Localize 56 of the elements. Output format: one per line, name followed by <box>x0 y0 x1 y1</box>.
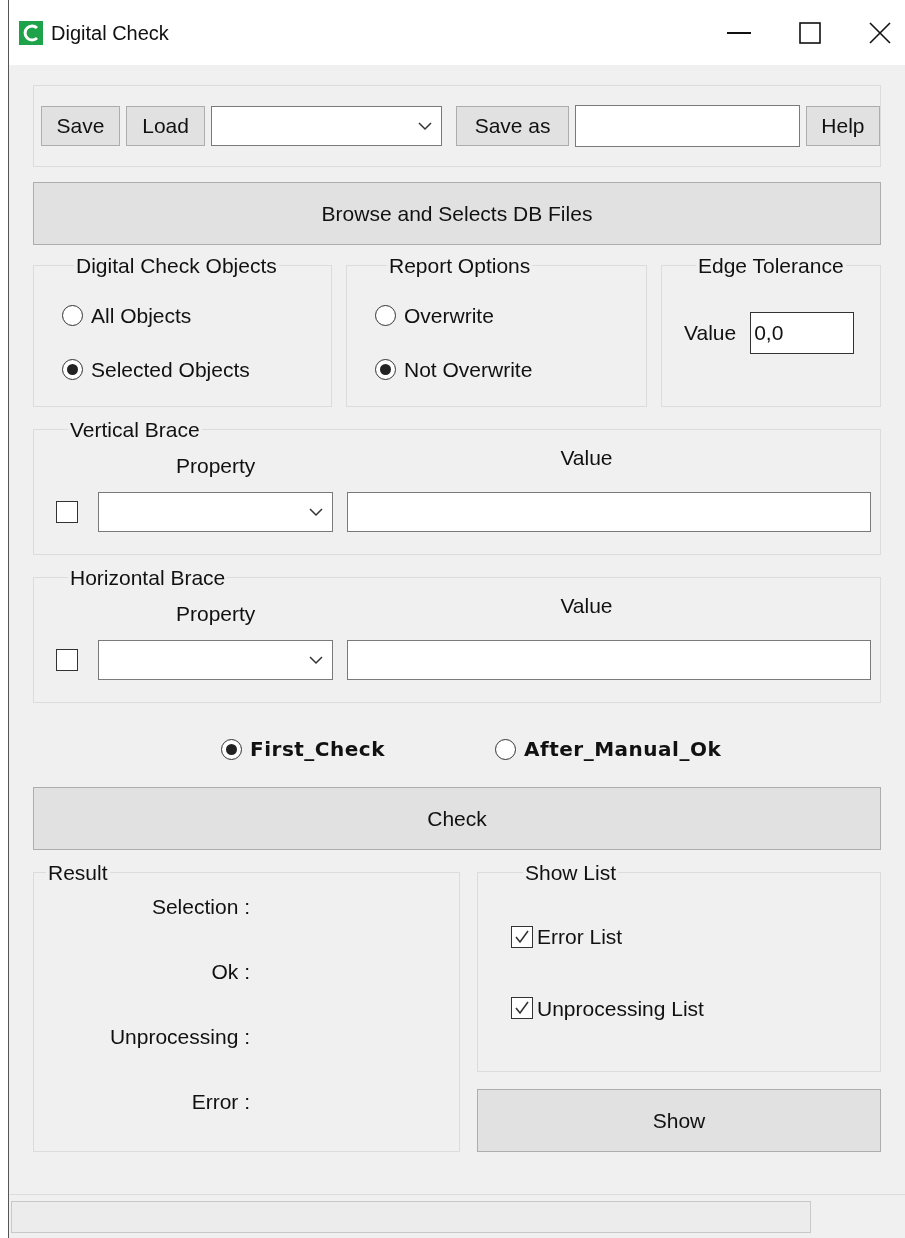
show-button[interactable]: Show <box>477 1089 881 1152</box>
radio-option[interactable]: All Objects <box>62 300 331 332</box>
property-dropdown[interactable] <box>98 639 333 680</box>
checkbox[interactable] <box>56 648 78 671</box>
radio-button[interactable] <box>375 305 396 327</box>
result-label: Ok : <box>210 959 250 985</box>
column-label: Value <box>560 593 613 619</box>
checkbox[interactable] <box>511 997 533 1020</box>
column-label: Value <box>560 445 613 471</box>
property-dropdown[interactable] <box>98 491 333 532</box>
radio-button[interactable] <box>375 358 396 380</box>
group-title: Edge Tolerance <box>697 255 845 276</box>
result-label: Selection : <box>150 894 250 920</box>
result-label: Unprocessing : <box>108 1024 250 1050</box>
toolbar-button[interactable]: Help <box>805 106 880 146</box>
chevron-down-icon <box>308 654 324 665</box>
close-icon[interactable] <box>869 21 891 44</box>
checkbox[interactable] <box>56 500 78 523</box>
result-label: Error : <box>190 1089 250 1115</box>
checkbox-label: Error List <box>537 924 623 950</box>
tolerance-field[interactable]: 0,0 <box>750 312 855 354</box>
checkbox-label: Unprocessing List <box>537 995 704 1022</box>
value-field[interactable] <box>347 491 871 532</box>
radio-option[interactable]: Overwrite <box>375 300 646 332</box>
checkbox[interactable] <box>511 925 533 948</box>
group-title: Horizontal Brace <box>69 567 227 588</box>
radio-option[interactable]: Selected Objects <box>62 353 331 385</box>
column-label: Property <box>176 601 256 627</box>
group-title: Vertical Brace <box>69 419 201 440</box>
chevron-down-icon <box>417 121 434 131</box>
toolbar-button[interactable]: Save as <box>456 106 569 146</box>
toolbar-button[interactable]: Save <box>41 106 121 146</box>
radio-option[interactable]: After_Manual_Ok <box>495 734 722 764</box>
window-title: Digital Check <box>51 20 169 46</box>
preset-dropdown[interactable] <box>211 106 443 146</box>
file-name-field[interactable] <box>574 105 800 147</box>
group-title: Digital Check Objects <box>75 255 278 276</box>
radio-option[interactable]: First_Check <box>221 734 385 764</box>
group-title: Report Options <box>388 255 532 276</box>
radio-button[interactable] <box>495 738 516 760</box>
minimize-icon[interactable] <box>727 31 751 34</box>
check-button[interactable]: Check <box>33 787 881 850</box>
radio-option[interactable]: Not Overwrite <box>375 353 646 385</box>
field-label: Value <box>684 320 737 347</box>
toolbar-button[interactable]: Load <box>126 106 206 146</box>
value-field[interactable] <box>347 639 871 680</box>
column-label: Property <box>176 453 256 479</box>
radio-button[interactable] <box>62 305 83 327</box>
group-title: Show List <box>524 862 618 883</box>
maximize-icon[interactable] <box>799 21 821 44</box>
group-title: Result <box>47 862 109 883</box>
browse-button[interactable]: Browse and Selects DB Files <box>33 182 881 245</box>
chevron-down-icon <box>308 506 324 517</box>
app-logo-icon <box>19 20 43 45</box>
radio-button[interactable] <box>62 358 83 380</box>
radio-button[interactable] <box>221 738 242 760</box>
